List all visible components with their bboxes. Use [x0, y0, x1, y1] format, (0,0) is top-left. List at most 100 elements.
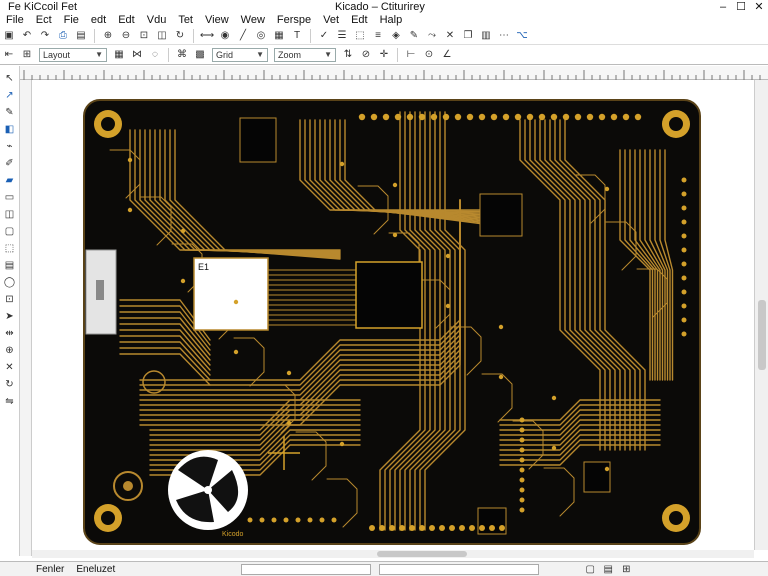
pad [271, 517, 277, 523]
net-icon[interactable]: ⋈ [130, 48, 144, 62]
layer-icon[interactable]: ≡ [371, 29, 385, 43]
dimension-icon[interactable]: ⇹ [3, 327, 17, 340]
redo-icon[interactable]: ↷ [38, 29, 52, 43]
print-icon[interactable]: ⎙ [56, 29, 70, 43]
pad [519, 497, 525, 503]
ic-main[interactable] [355, 261, 423, 329]
wire-icon[interactable]: ⌁ [3, 140, 17, 153]
ic-right[interactable] [479, 193, 523, 237]
zoom-out-icon[interactable]: ⊖ [119, 29, 133, 43]
pcb-canvas[interactable]: E1 Kicodo [32, 80, 754, 550]
menu-fie[interactable]: Fie [58, 14, 85, 27]
toolbar-separator [168, 47, 169, 62]
close-button[interactable]: ✕ [750, 0, 768, 14]
delete-icon[interactable]: ✕ [3, 361, 17, 374]
target-icon[interactable]: ⊕ [3, 344, 17, 357]
measure-icon[interactable]: ⟷ [200, 29, 214, 43]
route-icon[interactable]: ⤳ [425, 29, 439, 43]
vertical-scroll-thumb[interactable] [758, 300, 766, 370]
copper-icon[interactable]: ▰ [3, 174, 17, 187]
hole-icon[interactable]: ◯ [3, 276, 17, 289]
ruler-ticks [23, 70, 761, 80]
edge-icon[interactable]: ▢ [3, 225, 17, 238]
zoom-fit-icon[interactable]: ⊡ [137, 29, 151, 43]
polar-icon[interactable]: ⊘ [359, 48, 373, 62]
more-icon[interactable]: ⋯ [497, 29, 511, 43]
silk-icon[interactable]: ▭ [3, 191, 17, 204]
text-icon[interactable]: T [290, 29, 304, 43]
track-icon[interactable]: ╱ [236, 29, 250, 43]
status-icon[interactable]: ⊞ [619, 562, 633, 576]
footprint-icon[interactable]: ⬚ [353, 29, 367, 43]
menu-edit[interactable]: Edt [112, 14, 141, 27]
pad-tool-icon[interactable]: ⊡ [3, 293, 17, 306]
pin-icon[interactable]: ◌ [148, 48, 162, 62]
menu-help[interactable]: Halp [374, 14, 409, 27]
pad-icon[interactable]: ◉ [218, 29, 232, 43]
menu-vdu[interactable]: Vdu [141, 14, 173, 27]
menu-edt-2[interactable]: Edt [345, 14, 374, 27]
zone-icon[interactable]: ▦ [272, 29, 286, 43]
grid-icon[interactable]: ⊞ [20, 48, 34, 62]
save-icon[interactable]: ▣ [2, 29, 16, 43]
pcb-view[interactable]: E1 Kicodo [32, 80, 754, 550]
via-size-icon[interactable]: ⊙ [422, 48, 436, 62]
menu-file[interactable]: File [0, 14, 30, 27]
zoom-in-icon[interactable]: ⊕ [101, 29, 115, 43]
ic-top[interactable] [239, 117, 277, 163]
arrow-icon[interactable]: ➤ [3, 310, 17, 323]
brush-icon[interactable]: ✐ [3, 157, 17, 170]
mask-icon[interactable]: ◫ [3, 208, 17, 221]
arrow-left-icon[interactable]: ⇤ [2, 48, 16, 62]
menu-tet[interactable]: Tet [172, 14, 199, 27]
grid-select[interactable]: Grid ▼ [212, 47, 268, 62]
plot-icon[interactable]: ▤ [74, 29, 88, 43]
menu-view[interactable]: View [199, 14, 235, 27]
edit-icon[interactable]: ✎ [407, 29, 421, 43]
window-title: Kicado – Ctiturirey [335, 1, 425, 13]
copy-icon[interactable]: ❐ [461, 29, 475, 43]
zoom-select[interactable]: Zoom ▼ [274, 47, 336, 62]
vertical-scrollbar[interactable] [754, 80, 768, 550]
paste-icon[interactable]: ▥ [479, 29, 493, 43]
units-icon[interactable]: ⇅ [341, 48, 355, 62]
zoom-area-icon[interactable]: ◫ [155, 29, 169, 43]
via-icon[interactable]: ◎ [254, 29, 268, 43]
horizontal-scrollbar[interactable] [32, 550, 754, 558]
refresh-icon[interactable]: ↻ [173, 29, 187, 43]
rotate-icon[interactable]: ↻ [3, 378, 17, 391]
ratsnest-icon[interactable]: ⌘ [175, 48, 189, 62]
undo-icon[interactable]: ↶ [20, 29, 34, 43]
courtyard-icon[interactable]: ⬚ [3, 242, 17, 255]
highlight-icon[interactable]: ▦ [112, 48, 126, 62]
menu-wew[interactable]: Wew [235, 14, 271, 27]
cursor-icon[interactable]: ✛ [377, 48, 391, 62]
ic-bottom-right[interactable] [583, 461, 611, 493]
3d-icon[interactable]: ◈ [389, 29, 403, 43]
select-icon[interactable]: ↖ [3, 72, 17, 85]
fab-icon[interactable]: ▤ [3, 259, 17, 272]
fill-icon[interactable]: ▩ [193, 48, 207, 62]
netlist-icon[interactable]: ☰ [335, 29, 349, 43]
maximize-button[interactable]: ☐ [732, 0, 750, 14]
pad [681, 289, 687, 295]
toolbar-separator [193, 28, 194, 43]
add-track-icon[interactable]: ↗ [3, 89, 17, 102]
layer-visible-icon[interactable]: ◧ [3, 123, 17, 136]
pencil-icon[interactable]: ✎ [3, 106, 17, 119]
menu-ferspe[interactable]: Ferspe [271, 14, 317, 27]
menu-ect[interactable]: Ect [30, 14, 58, 27]
status-icon[interactable]: ▢ [583, 562, 597, 576]
cross-icon[interactable]: ✕ [443, 29, 457, 43]
menu-vet[interactable]: Vet [317, 14, 345, 27]
python-icon[interactable]: ⌥ [515, 29, 529, 43]
track-width-icon[interactable]: ⊢ [404, 48, 418, 62]
angle-icon[interactable]: ∠ [440, 48, 454, 62]
horizontal-scroll-thumb[interactable] [377, 551, 467, 557]
menu-edt-1[interactable]: edt [85, 14, 112, 27]
drc-icon[interactable]: ✓ [317, 29, 331, 43]
flip-icon[interactable]: ⇋ [3, 395, 17, 408]
status-icon[interactable]: ▤ [601, 562, 615, 576]
minimize-button[interactable]: – [714, 0, 732, 14]
layer-select[interactable]: Layout ▼ [39, 47, 107, 62]
